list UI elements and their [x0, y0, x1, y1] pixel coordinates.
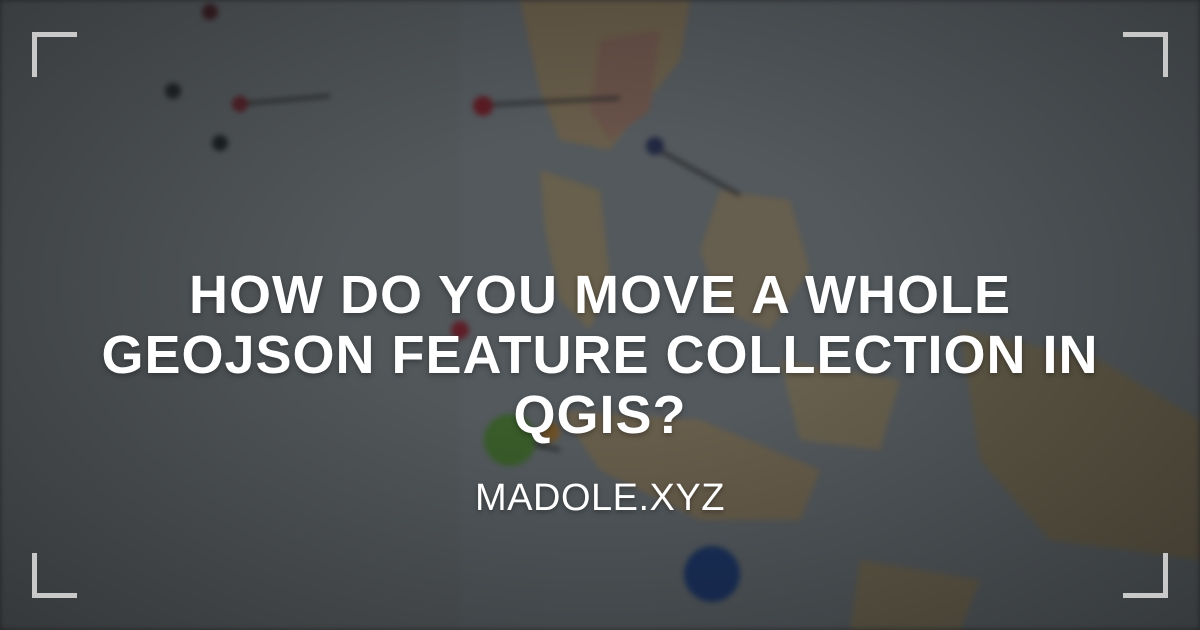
post-title: HOW DO YOU MOVE A WHOLE GEOJSON FEATURE …: [101, 265, 1099, 445]
corner-bracket-bottom-left: [32, 553, 77, 598]
corner-bracket-bottom-right: [1123, 553, 1168, 598]
featured-image-card: HOW DO YOU MOVE A WHOLE GEOJSON FEATURE …: [0, 0, 1200, 630]
corner-bracket-top-right: [1123, 32, 1168, 77]
site-domain[interactable]: MADOLE.XYZ: [0, 476, 1200, 520]
corner-bracket-top-left: [32, 32, 77, 77]
